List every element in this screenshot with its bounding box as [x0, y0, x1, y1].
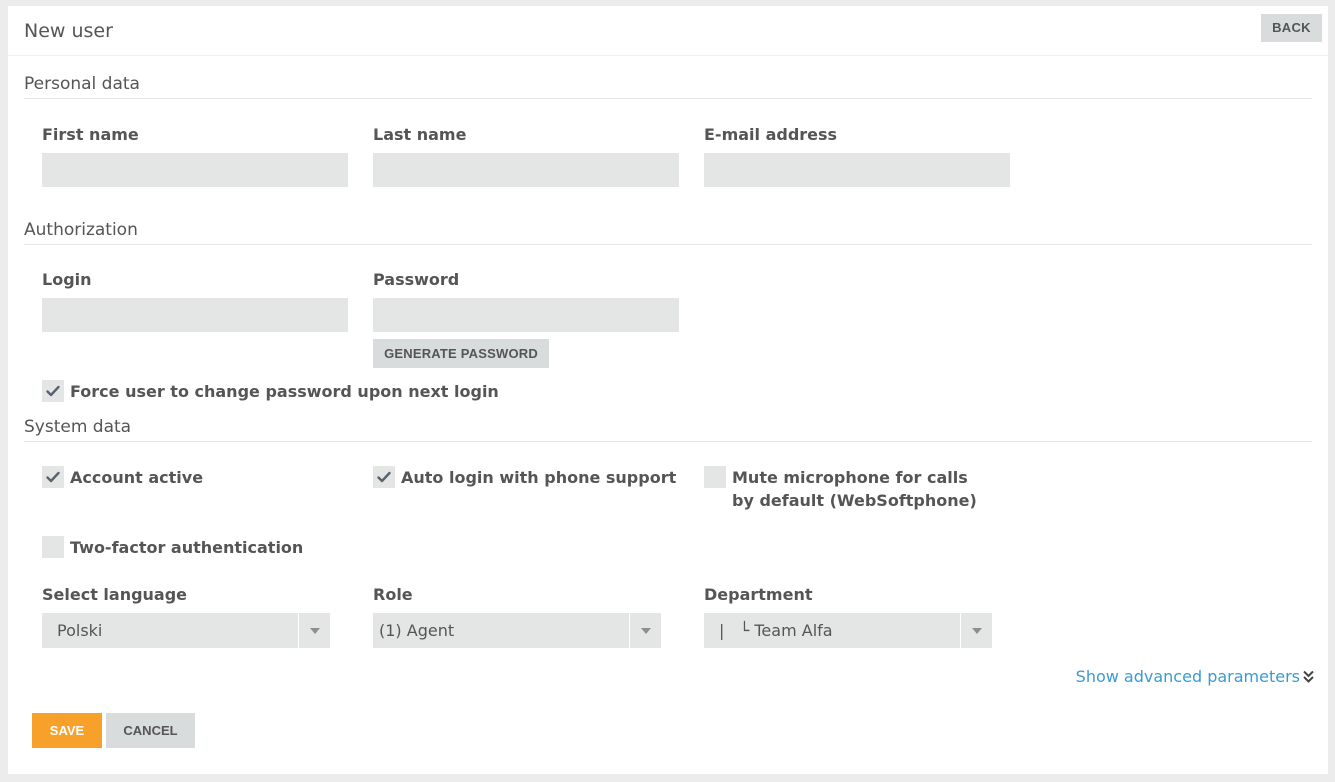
language-select-value: Polski: [57, 621, 103, 640]
cancel-button[interactable]: CANCEL: [106, 713, 195, 748]
check-icon: [46, 471, 60, 483]
language-select[interactable]: Polski: [42, 613, 330, 648]
account-active-checkbox[interactable]: Account active: [42, 466, 203, 489]
double-chevron-down-icon: [1303, 670, 1314, 683]
save-button[interactable]: SAVE: [32, 713, 102, 748]
checkbox-box[interactable]: [373, 466, 395, 488]
password-input[interactable]: [373, 298, 679, 332]
account-active-label: Account active: [70, 468, 204, 487]
checkbox-box[interactable]: [704, 466, 726, 488]
department-select[interactable]: | └ Team Alfa: [704, 613, 992, 648]
section-divider: [24, 98, 1312, 99]
password-label: Password: [373, 270, 460, 289]
force-password-change-label: Force user to change password upon next …: [70, 382, 499, 401]
checkbox-box[interactable]: [42, 380, 64, 402]
email-label: E-mail address: [704, 125, 838, 144]
login-label: Login: [42, 270, 92, 289]
department-select-value: | └ Team Alfa: [719, 621, 833, 640]
check-icon: [46, 385, 60, 397]
role-select[interactable]: (1) Agent: [373, 613, 661, 648]
section-title-system: System data: [24, 417, 132, 437]
first-name-label: First name: [42, 125, 139, 144]
checkbox-box[interactable]: [42, 466, 64, 488]
two-factor-label: Two-factor authentication: [70, 538, 304, 557]
new-user-panel: New user BACK Personal data First name L…: [8, 6, 1328, 774]
last-name-input[interactable]: [373, 153, 679, 187]
section-divider: [24, 244, 1312, 245]
generate-password-button[interactable]: GENERATE PASSWORD: [373, 339, 549, 368]
language-label: Select language: [42, 585, 188, 604]
mute-microphone-label: Mute microphone for calls by default (We…: [732, 468, 977, 510]
login-input[interactable]: [42, 298, 348, 332]
email-input[interactable]: [704, 153, 1010, 187]
mute-microphone-checkbox[interactable]: Mute microphone for calls by default (We…: [704, 466, 994, 512]
caret-down-icon[interactable]: [629, 613, 661, 648]
role-label: Role: [373, 585, 413, 604]
caret-down-icon[interactable]: [960, 613, 992, 648]
department-label: Department: [704, 585, 813, 604]
show-advanced-parameters-link[interactable]: Show advanced parameters: [1076, 667, 1314, 686]
checkbox-box[interactable]: [42, 536, 64, 558]
panel-header: New user BACK: [8, 6, 1328, 56]
force-password-change-checkbox[interactable]: Force user to change password upon next …: [42, 380, 499, 403]
two-factor-checkbox[interactable]: Two-factor authentication: [42, 536, 303, 559]
last-name-label: Last name: [373, 125, 467, 144]
check-icon: [377, 471, 391, 483]
page-title: New user: [24, 20, 113, 42]
section-divider: [24, 441, 1312, 442]
back-button[interactable]: BACK: [1261, 14, 1322, 42]
auto-login-checkbox[interactable]: Auto login with phone support: [373, 466, 676, 489]
role-select-value: (1) Agent: [379, 621, 455, 640]
section-title-personal: Personal data: [24, 74, 140, 94]
auto-login-label: Auto login with phone support: [401, 468, 677, 487]
section-title-authorization: Authorization: [24, 220, 138, 240]
first-name-input[interactable]: [42, 153, 348, 187]
show-advanced-parameters-label: Show advanced parameters: [1075, 667, 1300, 686]
caret-down-icon[interactable]: [298, 613, 330, 648]
